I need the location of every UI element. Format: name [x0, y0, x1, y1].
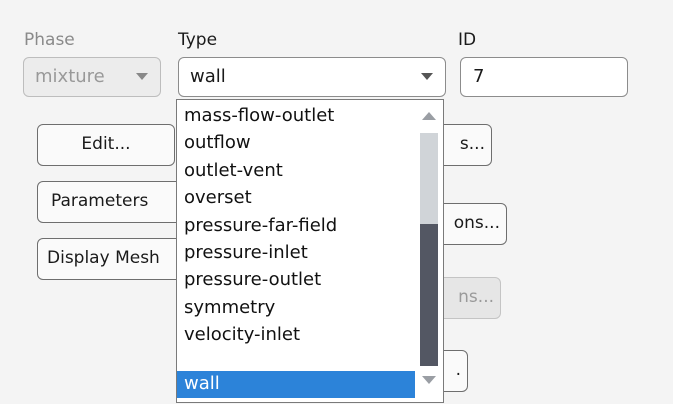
phase-select[interactable]: mixture [23, 57, 161, 97]
dropdown-option-wall[interactable]: wall [177, 371, 415, 399]
dropdown-option-pressure-inlet[interactable]: pressure-inlet [177, 240, 415, 267]
phase-label: Phase [24, 30, 75, 50]
dropdown-option-outflow[interactable]: outflow [177, 130, 415, 157]
dropdown-scrollbar[interactable] [415, 100, 443, 402]
id-label: ID [458, 30, 477, 50]
dropdown-option-mass-flow-outlet[interactable]: mass-flow-outlet [177, 103, 415, 130]
type-label: Type [178, 30, 218, 50]
dropdown-option-pressure-outlet[interactable]: pressure-outlet [177, 267, 415, 294]
scroll-down-icon[interactable] [422, 376, 436, 384]
phase-select-value: mixture [35, 66, 105, 87]
type-select[interactable]: wall [178, 57, 446, 97]
dropdown-option-outlet-vent[interactable]: outlet-vent [177, 158, 415, 185]
id-field[interactable]: 7 [460, 57, 628, 97]
dropdown-option-velocity-inlet[interactable]: velocity-inlet [177, 322, 415, 349]
chevron-down-icon [421, 73, 433, 80]
dropdown-option-overset[interactable]: overset [177, 185, 415, 212]
scroll-up-icon[interactable] [422, 112, 436, 120]
chevron-down-icon [136, 73, 148, 80]
dropdown-option-pressure-far-field[interactable]: pressure-far-field [177, 213, 415, 240]
display-mesh-button[interactable]: Display Mesh [37, 238, 187, 280]
type-dropdown-list[interactable]: mass-flow-outlet outflow outlet-vent ove… [176, 99, 444, 403]
edit-button[interactable]: Edit... [37, 124, 175, 166]
scrollbar-thumb[interactable] [420, 224, 438, 366]
type-select-value: wall [190, 66, 226, 87]
parameters-button[interactable]: Parameters [37, 181, 187, 223]
dropdown-option-symmetry[interactable]: symmetry [177, 295, 415, 322]
